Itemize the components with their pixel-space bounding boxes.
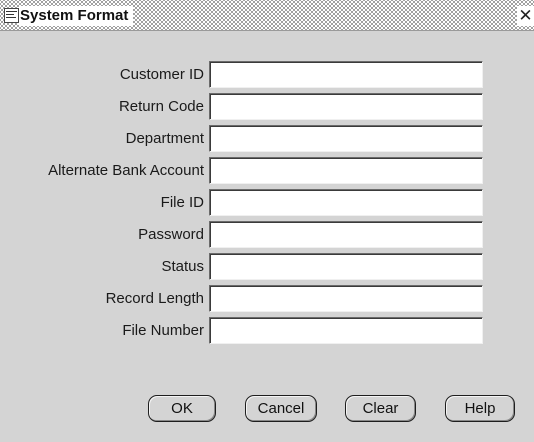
help-button[interactable]: Help	[445, 395, 515, 422]
password-label: Password	[138, 226, 204, 243]
status-field[interactable]	[209, 253, 483, 280]
title-bar[interactable]: System Format ✕	[0, 0, 534, 31]
app-icon	[4, 8, 19, 23]
alternate-bank-account-label: Alternate Bank Account	[48, 162, 204, 179]
record-length-field[interactable]	[209, 285, 483, 312]
status-label: Status	[161, 258, 204, 275]
password-field[interactable]	[209, 221, 483, 248]
department-field[interactable]	[209, 125, 483, 152]
file-id-field[interactable]	[209, 189, 483, 216]
customer-id-field[interactable]	[209, 61, 483, 88]
return-code-label: Return Code	[118, 98, 204, 115]
clear-button[interactable]: Clear	[345, 395, 416, 422]
cancel-button[interactable]: Cancel	[245, 395, 317, 422]
system-format-window: System Format ✕ Customer ID Return Code …	[0, 0, 534, 442]
file-id-label: File ID	[160, 194, 204, 211]
file-number-label: File Number	[122, 322, 204, 339]
department-label: Department	[125, 130, 204, 147]
ok-button[interactable]: OK	[148, 395, 216, 422]
file-number-field[interactable]	[209, 317, 483, 344]
window-title: System Format	[19, 6, 134, 26]
return-code-field[interactable]	[209, 93, 483, 120]
alternate-bank-account-field[interactable]	[209, 157, 483, 184]
customer-id-label: Customer ID	[119, 66, 204, 83]
close-icon[interactable]: ✕	[517, 6, 534, 26]
record-length-label: Record Length	[105, 290, 204, 307]
